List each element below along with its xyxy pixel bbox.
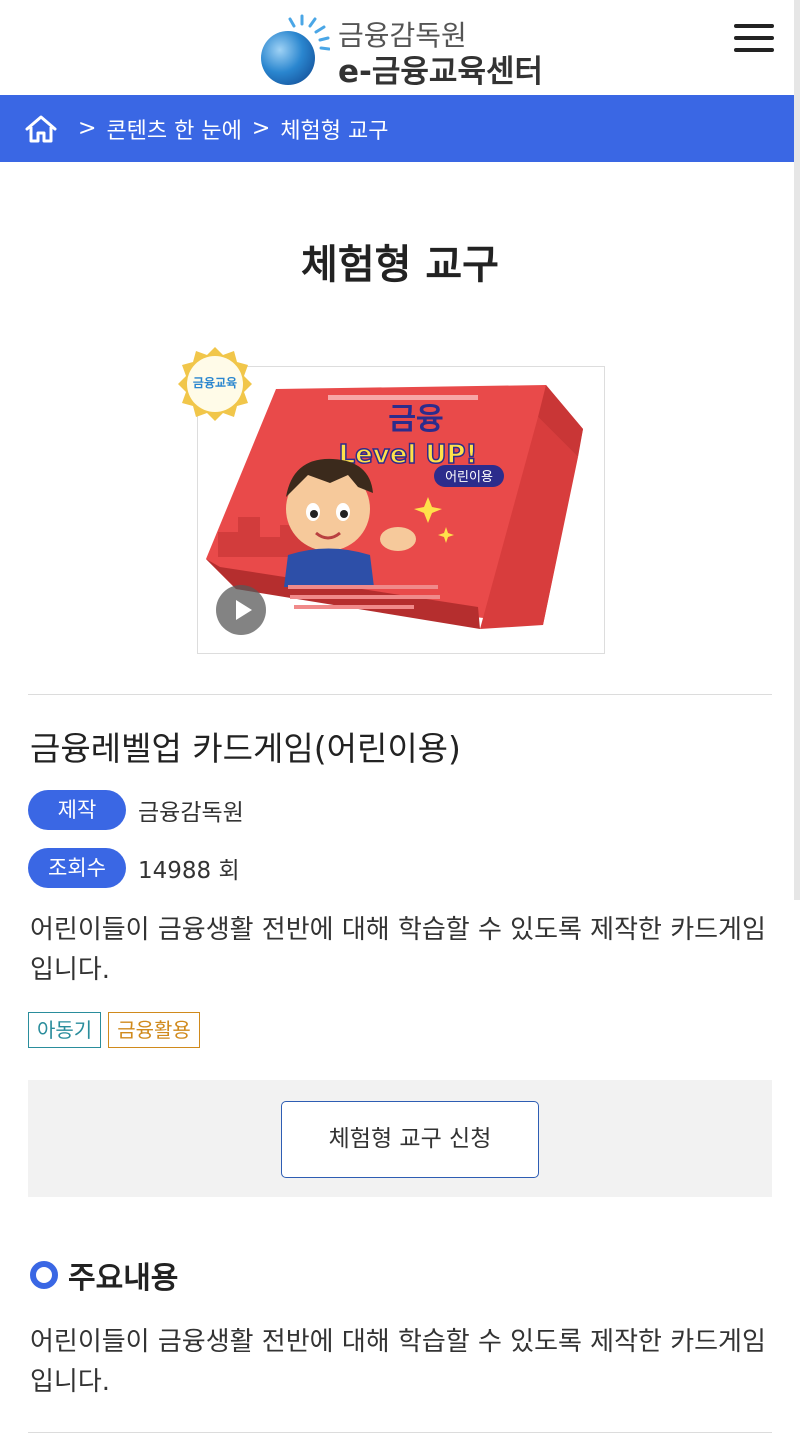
- divider: [28, 1432, 772, 1433]
- chevron-right-icon: >: [251, 116, 271, 141]
- site-logo[interactable]: 금융감독원 e-금융교육센터: [258, 10, 558, 90]
- logo-site-name: e-금융교육센터: [338, 54, 544, 90]
- section-heading: 주요내용: [30, 1253, 178, 1297]
- globe-logo-icon: [261, 14, 330, 85]
- meta-producer: 제작 금융감독원: [28, 790, 244, 830]
- tag-list: 아동기 금융활용: [28, 1012, 200, 1048]
- site-header: 금융감독원 e-금융교육센터: [0, 0, 800, 95]
- breadcrumb-item-current[interactable]: 체험형 교구: [280, 113, 388, 145]
- breadcrumb-item-contents[interactable]: 콘텐츠 한 눈에: [106, 113, 241, 145]
- bullet-ring-icon: [30, 1261, 58, 1289]
- tag-age[interactable]: 아동기: [28, 1012, 102, 1048]
- meta-value: 금융감독원: [138, 800, 244, 826]
- chevron-right-icon: >: [78, 116, 97, 141]
- tag-topic[interactable]: 금융활용: [108, 1012, 200, 1048]
- scrollbar[interactable]: [794, 0, 800, 900]
- meta-label: 제작: [28, 790, 126, 830]
- divider: [28, 694, 772, 695]
- meta-value: 14988 회: [138, 858, 240, 884]
- meta-label: 조회수: [28, 848, 126, 888]
- badge-text: 금융교육: [193, 375, 237, 390]
- apply-section: 체험형 교구 신청: [28, 1080, 772, 1197]
- product-description: 어린이들이 금융생활 전반에 대해 학습할 수 있도록 제작한 카드게임입니다.: [30, 915, 766, 985]
- section-title: 주요내용: [68, 1261, 179, 1296]
- home-icon[interactable]: [24, 114, 58, 144]
- meta-views: 조회수 14988 회: [28, 848, 240, 888]
- page-title: 체험형 교구: [301, 242, 499, 288]
- box-tag: 어린이용: [445, 470, 493, 485]
- box-title: 금융: [388, 402, 443, 437]
- breadcrumb: > 콘텐츠 한 눈에 > 체험형 교구: [0, 95, 800, 162]
- section-body: 어린이들이 금융생활 전반에 대해 학습할 수 있도록 제작한 카드게임입니다.: [30, 1327, 766, 1397]
- education-badge-icon: 금융교육: [178, 347, 252, 421]
- hamburger-menu-icon[interactable]: [734, 24, 774, 58]
- play-video-icon[interactable]: [216, 585, 266, 635]
- apply-button[interactable]: 체험형 교구 신청: [281, 1101, 539, 1178]
- product-title: 금융레벨업 카드게임(어린이용): [30, 729, 461, 768]
